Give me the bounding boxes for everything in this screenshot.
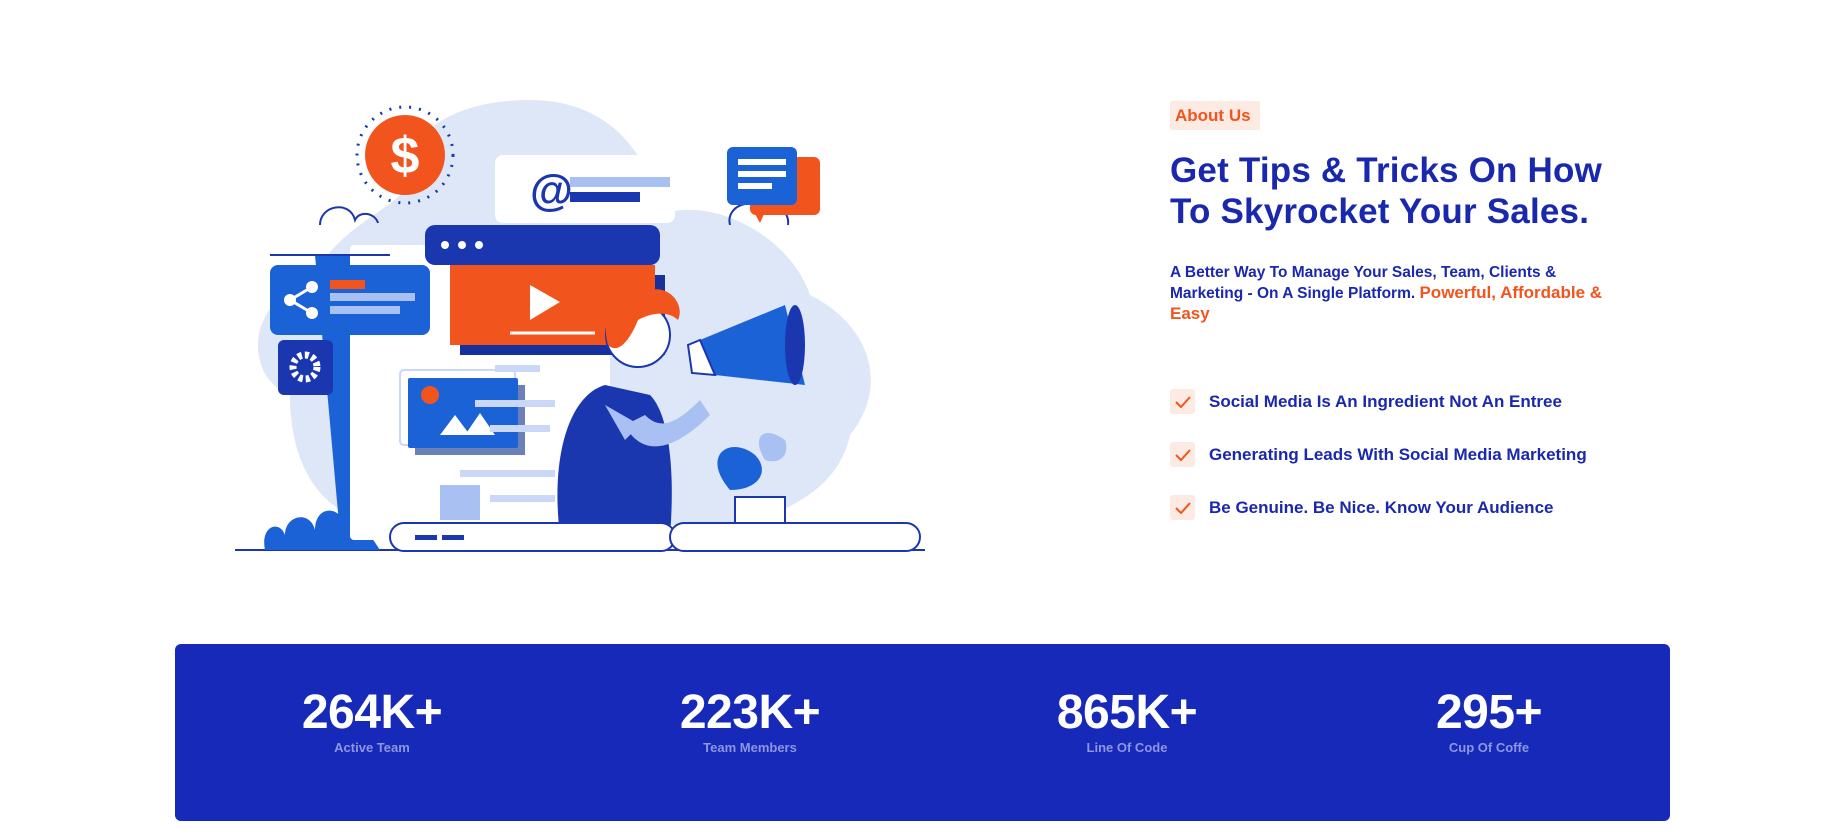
stat-line-of-code: 865K+ Line Of Code bbox=[977, 686, 1277, 756]
marketing-illustration: $ @ bbox=[230, 95, 930, 555]
feature-label: Social Media Is An Ingredient Not An Ent… bbox=[1209, 392, 1562, 411]
check-icon bbox=[1170, 495, 1195, 520]
stat-value: 295+ bbox=[1435, 686, 1543, 739]
stats-bar: 264K+ Active Team 223K+ Team Members 865… bbox=[175, 644, 1670, 821]
feature-item: Be Genuine. Be Nice. Know Your Audience bbox=[1170, 495, 1650, 548]
feature-list: Social Media Is An Ingredient Not An Ent… bbox=[1170, 389, 1650, 548]
dollar-icon: $ bbox=[391, 127, 420, 185]
section-heading: Get Tips & Tricks On How To Skyrocket Yo… bbox=[1170, 151, 1603, 231]
feature-label: Be Genuine. Be Nice. Know Your Audience bbox=[1209, 498, 1554, 517]
stat-value: 264K+ bbox=[301, 686, 443, 739]
at-icon: @ bbox=[530, 166, 573, 215]
stat-team-members: 223K+ Team Members bbox=[600, 686, 900, 756]
feature-item: Social Media Is An Ingredient Not An Ent… bbox=[1170, 389, 1650, 442]
stat-cup-of-coffe: 295+ Cup Of Coffe bbox=[1339, 686, 1639, 756]
stat-label: Team Members bbox=[703, 740, 797, 755]
stat-label: Cup Of Coffe bbox=[1448, 740, 1530, 755]
stat-value: 865K+ bbox=[1056, 686, 1198, 739]
stat-value: 223K+ bbox=[679, 686, 821, 739]
stat-active-team: 264K+ Active Team bbox=[222, 686, 522, 756]
feature-label: Generating Leads With Social Media Marke… bbox=[1209, 445, 1587, 464]
feature-item: Generating Leads With Social Media Marke… bbox=[1170, 442, 1650, 495]
about-badge: About Us bbox=[1170, 101, 1260, 130]
section-description: A Better Way To Manage Your Sales, Team,… bbox=[1170, 263, 1610, 325]
stat-label: Active Team bbox=[334, 740, 410, 755]
stat-label: Line Of Code bbox=[1086, 740, 1168, 755]
check-icon bbox=[1170, 442, 1195, 467]
check-icon bbox=[1170, 389, 1195, 414]
